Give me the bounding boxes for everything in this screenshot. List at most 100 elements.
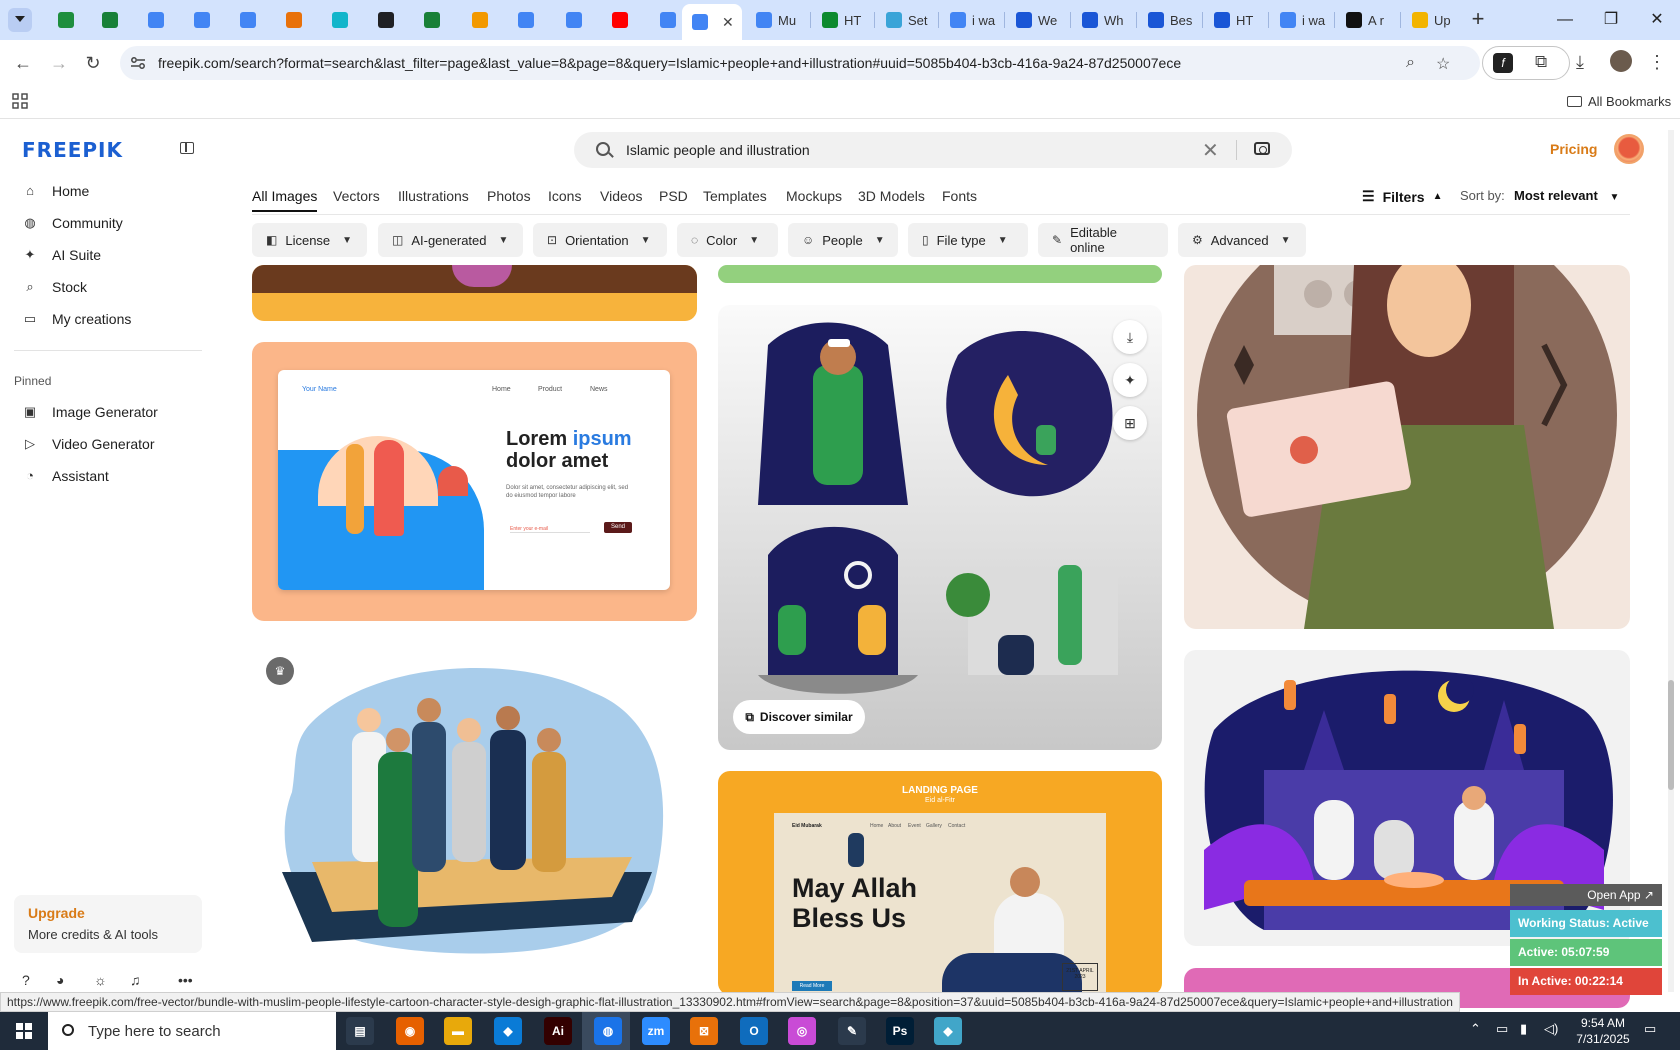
- tab-videos[interactable]: Videos: [600, 188, 643, 204]
- tab-3d-models[interactable]: 3D Models: [858, 188, 925, 204]
- camera-search-icon[interactable]: [1254, 142, 1270, 155]
- image-card-eid-landing[interactable]: LANDING PAGE Eid al-Fitr Eid Mubarak Hom…: [718, 771, 1162, 995]
- chrome-menu-icon[interactable]: ⋮: [1648, 52, 1666, 73]
- browser-tab[interactable]: Up: [1402, 6, 1464, 34]
- open-app-button[interactable]: Open App ↗: [1510, 884, 1662, 906]
- tab-illustrations[interactable]: Illustrations: [398, 188, 469, 204]
- taskbar-clock[interactable]: 9:54 AM 7/31/2025: [1572, 1015, 1634, 1047]
- windows-start-icon[interactable]: [16, 1023, 32, 1039]
- browser-tab[interactable]: i wa: [1270, 6, 1332, 34]
- taskbar-search[interactable]: Type here to search: [48, 1012, 336, 1050]
- filter-chip-color[interactable]: ◌ Color ▼: [677, 223, 778, 257]
- save-to-collection-icon[interactable]: ⊞: [1113, 406, 1147, 440]
- tab-psd[interactable]: PSD: [659, 188, 688, 204]
- zoom-icon[interactable]: ⌕: [1406, 54, 1415, 72]
- browser-tab[interactable]: We: [1006, 6, 1068, 34]
- browser-tab[interactable]: Mu: [746, 6, 808, 34]
- upgrade-card[interactable]: Upgrade More credits & AI tools: [14, 895, 202, 953]
- browser-tab[interactable]: Bes: [1138, 6, 1200, 34]
- filter-chip-people[interactable]: ☺ People ▼: [788, 223, 898, 257]
- image-card-hijab-laptop[interactable]: [1184, 265, 1630, 629]
- taskbar-app-icon[interactable]: ◍: [594, 1017, 622, 1045]
- image-card-bundle[interactable]: [718, 305, 1162, 750]
- close-tab-icon[interactable]: ✕: [722, 14, 734, 31]
- notification-icon[interactable]: ▭: [1644, 1021, 1656, 1037]
- browser-tab[interactable]: [556, 6, 596, 34]
- sidebar-item-stock[interactable]: ⌕ Stock: [22, 276, 87, 298]
- taskbar-app-icon[interactable]: ✎: [838, 1017, 866, 1045]
- battery-icon[interactable]: ▮: [1520, 1021, 1527, 1037]
- tab-vectors[interactable]: Vectors: [333, 188, 380, 204]
- taskbar-app-icon[interactable]: Ai: [544, 1017, 572, 1045]
- sort-dropdown[interactable]: Most relevant ▼: [1514, 188, 1619, 203]
- browser-tab[interactable]: [508, 6, 548, 34]
- window-close-button[interactable]: ✕: [1634, 6, 1680, 34]
- browser-tab[interactable]: [368, 6, 408, 34]
- sidebar-item-my-creations[interactable]: ▭ My creations: [22, 308, 132, 330]
- url-text[interactable]: freepik.com/search?format=search&last_fi…: [158, 55, 1181, 71]
- image-card-men-praying[interactable]: [252, 642, 697, 994]
- browser-tab[interactable]: [322, 6, 362, 34]
- taskbar-app-icon[interactable]: ◎: [788, 1017, 816, 1045]
- clear-search-icon[interactable]: ✕: [1202, 138, 1219, 163]
- collapse-sidebar-icon[interactable]: [180, 142, 194, 154]
- tab-all-images[interactable]: All Images: [252, 188, 318, 212]
- tab-mockups[interactable]: Mockups: [786, 188, 842, 204]
- volume-icon[interactable]: ◁): [1544, 1021, 1558, 1037]
- browser-tab[interactable]: [602, 6, 642, 34]
- taskbar-search-placeholder[interactable]: Type here to search: [88, 1023, 221, 1040]
- forward-icon[interactable]: →: [46, 50, 72, 76]
- discover-similar-button[interactable]: ⧉ Discover similar: [733, 700, 865, 734]
- pricing-link[interactable]: Pricing: [1550, 141, 1597, 157]
- tab-templates[interactable]: Templates: [703, 188, 767, 204]
- browser-tab[interactable]: [230, 6, 270, 34]
- ai-edit-icon[interactable]: ✦: [1113, 363, 1147, 397]
- filter-chip-ai-generated[interactable]: ◫ AI-generated ▼: [378, 223, 523, 257]
- image-card-partial-1[interactable]: [252, 265, 697, 321]
- browser-tab[interactable]: [462, 6, 502, 34]
- new-tab-button[interactable]: +: [1466, 8, 1490, 32]
- discord-icon[interactable]: ◕: [56, 972, 64, 988]
- taskbar-app-icon[interactable]: ⊠: [690, 1017, 718, 1045]
- taskbar-app-icon[interactable]: ▬: [444, 1017, 472, 1045]
- taskbar-app-icon[interactable]: ◆: [494, 1017, 522, 1045]
- network-icon[interactable]: ▭: [1496, 1021, 1508, 1037]
- filter-chip-license[interactable]: ◧ License ▼: [252, 223, 367, 257]
- image-card-lorem-landing[interactable]: Your Name Home Product News Lorem ipsum …: [252, 342, 697, 621]
- bookmark-star-icon[interactable]: ☆: [1436, 54, 1450, 74]
- search-input[interactable]: Islamic people and illustration: [626, 142, 810, 158]
- image-card-partial-2[interactable]: [718, 265, 1162, 283]
- more-icon[interactable]: •••: [178, 972, 193, 988]
- help-icon[interactable]: ?: [22, 972, 30, 988]
- tray-chevron-icon[interactable]: ⌃: [1470, 1021, 1481, 1037]
- notifications-icon[interactable]: ♫: [130, 972, 141, 988]
- browser-tab[interactable]: [92, 6, 132, 34]
- browser-tab[interactable]: A r: [1336, 6, 1398, 34]
- all-bookmarks-button[interactable]: All Bookmarks: [1567, 94, 1671, 109]
- tab-fonts[interactable]: Fonts: [942, 188, 977, 204]
- browser-tab[interactable]: Set: [876, 6, 938, 34]
- browser-tab[interactable]: [48, 6, 88, 34]
- pinned-item-video-generator[interactable]: ▷ Video Generator: [22, 433, 154, 455]
- search-bar[interactable]: Islamic people and illustration ✕: [574, 132, 1292, 168]
- taskbar-app-icon[interactable]: ◆: [934, 1017, 962, 1045]
- browser-tab[interactable]: Wh: [1072, 6, 1134, 34]
- browser-tab[interactable]: i wa: [940, 6, 1002, 34]
- browser-tab[interactable]: [276, 6, 316, 34]
- taskbar-app-icon[interactable]: O: [740, 1017, 768, 1045]
- restore-button[interactable]: ❐: [1588, 6, 1634, 34]
- back-icon[interactable]: ←: [10, 50, 36, 76]
- browser-tab-active[interactable]: ✕: [682, 4, 742, 40]
- profile-avatar[interactable]: [1610, 50, 1632, 72]
- tab-search-button[interactable]: [8, 8, 32, 32]
- taskbar-app-icon[interactable]: ▤: [346, 1017, 374, 1045]
- browser-tab[interactable]: HT: [1204, 6, 1266, 34]
- scrollbar-thumb[interactable]: [1668, 680, 1674, 790]
- sidebar-item-home[interactable]: ⌂ Home: [22, 180, 89, 202]
- taskbar-app-icon[interactable]: zm: [642, 1017, 670, 1045]
- filter-chip-advanced[interactable]: ⚙ Advanced ▼: [1178, 223, 1306, 257]
- apps-grid-icon[interactable]: [12, 93, 28, 109]
- freepik-logo[interactable]: FREEPIK: [22, 138, 123, 162]
- tab-photos[interactable]: Photos: [487, 188, 531, 204]
- page-scrollbar[interactable]: [1668, 130, 1674, 992]
